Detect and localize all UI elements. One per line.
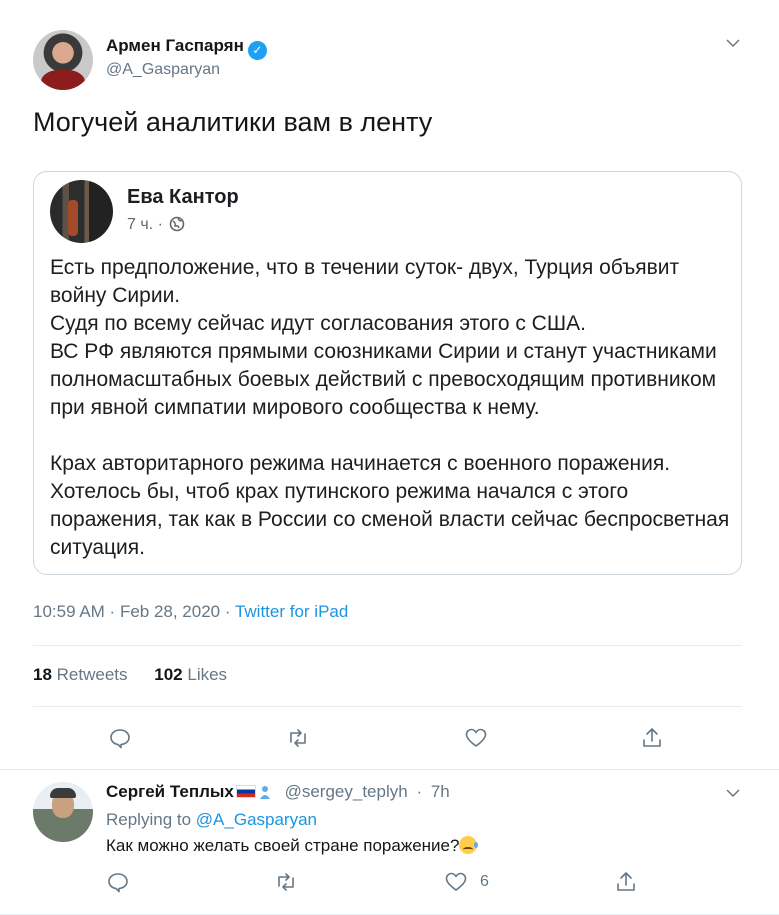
retweet-icon xyxy=(290,729,306,747)
quoted-post-body: Есть предположение, что в течении суток-… xyxy=(50,256,730,559)
tweet-time[interactable]: 10:59 AM xyxy=(33,602,105,621)
likes-count: 102 xyxy=(154,665,183,684)
retweet-icon xyxy=(278,873,294,891)
tweet-source[interactable]: Twitter for iPad xyxy=(235,602,348,621)
reply-button[interactable] xyxy=(106,867,130,897)
reply-author-avatar[interactable] xyxy=(33,782,93,842)
reply-text: Как можно желать своей стране поражение? xyxy=(106,836,460,855)
retweet-button[interactable] xyxy=(274,867,298,897)
quoted-time-row: 7 ч. · xyxy=(127,216,185,234)
retweets-label: Retweets xyxy=(56,665,128,684)
tweet-text: Могучей аналитики вам в ленту xyxy=(33,107,433,137)
reply-likes-count: 6 xyxy=(480,873,489,890)
globe-icon xyxy=(169,216,185,232)
reply-header: Сергей Теплых @sergey_teplyh · 7h xyxy=(106,782,450,802)
author-handle[interactable]: @A_Gasparyan xyxy=(106,61,220,79)
chevron-down-icon[interactable] xyxy=(724,34,742,52)
divider xyxy=(33,645,742,646)
reply-tweet[interactable]: Сергей Теплых @sergey_teplyh · 7h Replyi… xyxy=(0,770,779,915)
quoted-author-avatar xyxy=(50,180,113,243)
share-button[interactable] xyxy=(640,723,664,753)
author-name[interactable]: Армен Гаспарян xyxy=(106,36,244,55)
reply-button[interactable] xyxy=(108,723,132,753)
reply-text-row: Как можно желать своей стране поражение? xyxy=(106,836,479,856)
author-avatar[interactable] xyxy=(33,30,93,90)
replying-prefix: Replying to xyxy=(106,810,192,829)
replying-to-line: Replying to @A_Gasparyan xyxy=(106,810,317,830)
chevron-down-icon[interactable] xyxy=(724,784,742,802)
reply-author-handle[interactable]: @sergey_teplyh xyxy=(285,782,408,801)
person-icon xyxy=(258,784,272,799)
reply-time[interactable]: 7h xyxy=(431,782,450,801)
russia-flag-icon xyxy=(235,785,256,798)
quoted-author-name: Ева Кантор xyxy=(127,186,239,208)
tweet-meta: 10:59 AM · Feb 28, 2020 · Twitter for iP… xyxy=(33,602,349,621)
heart-icon xyxy=(465,728,487,747)
share-icon xyxy=(643,728,661,747)
heart-icon xyxy=(445,872,467,891)
tweet-actions xyxy=(0,723,779,753)
likes-stat[interactable]: 102 Likes xyxy=(154,665,227,684)
main-tweet: Армен Гаспарян ✓ @A_Gasparyan Могучей ана… xyxy=(0,0,779,770)
verified-badge-icon: ✓ xyxy=(247,41,267,60)
quoted-time-ago: 7 ч. xyxy=(127,216,154,233)
retweets-stat[interactable]: 18 Retweets xyxy=(33,665,128,684)
reply-icon xyxy=(110,729,130,749)
share-button[interactable] xyxy=(614,867,638,897)
quoted-post-card[interactable]: Ева Кантор 7 ч. · Есть предположение, чт… xyxy=(33,171,742,575)
retweets-count: 18 xyxy=(33,665,52,684)
retweet-button[interactable] xyxy=(286,723,310,753)
tweet-date[interactable]: Feb 28, 2020 xyxy=(120,602,220,621)
sad-face-emoji-icon xyxy=(459,836,479,854)
reply-icon xyxy=(108,873,128,893)
divider xyxy=(33,706,742,707)
author-name-row[interactable]: Армен Гаспарян ✓ xyxy=(106,36,267,60)
like-button[interactable] xyxy=(464,723,488,753)
reply-author-name[interactable]: Сергей Теплых xyxy=(106,782,234,801)
like-button[interactable]: 6 xyxy=(444,867,489,897)
replying-to-link[interactable]: @A_Gasparyan xyxy=(196,810,317,829)
likes-label: Likes xyxy=(187,665,228,684)
engagement-stats: 18 Retweets 102 Likes xyxy=(33,665,249,685)
share-icon xyxy=(617,872,635,891)
reply-actions: 6 xyxy=(0,867,779,897)
reply-dot: · xyxy=(416,782,423,801)
